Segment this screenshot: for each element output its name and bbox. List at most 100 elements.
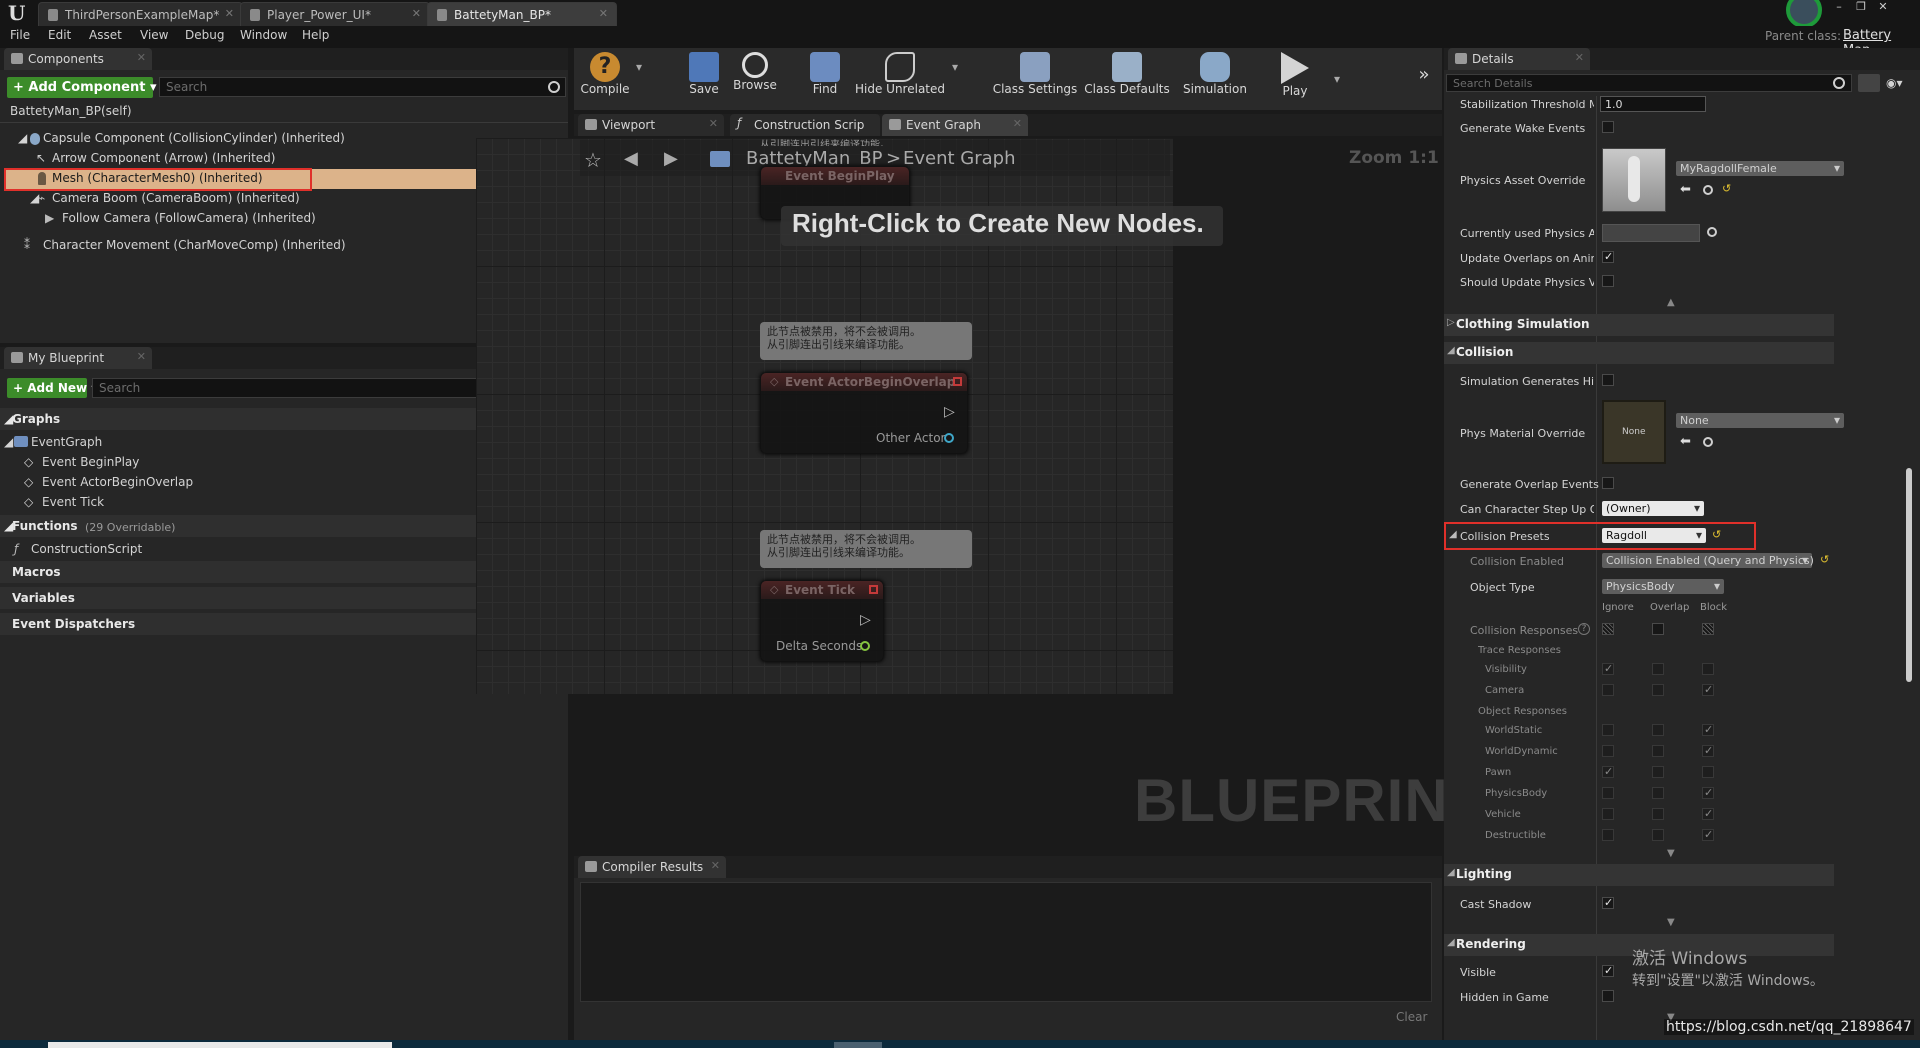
tab-compiler-results[interactable]: Compiler Results ✕ [578,856,726,878]
close-icon[interactable]: ✕ [1575,51,1584,64]
construction-script-item[interactable]: ConstructionScript [31,542,142,556]
menu-help[interactable]: Help [302,28,329,42]
block-all-checkbox[interactable] [1702,623,1714,635]
favorite-star-icon[interactable]: ☆ [584,148,602,172]
exec-out-pin[interactable]: ▷ [944,404,955,420]
use-selected-icon[interactable]: ⬅ [1680,182,1691,197]
expand-more-icon[interactable]: ▼ [1667,917,1675,928]
variables-category[interactable]: Variables [12,591,75,605]
play-options-icon[interactable]: ▾ [1330,72,1344,86]
stabilization-input[interactable]: 1.0 [1600,96,1706,112]
cast-shadow-checkbox[interactable] [1602,896,1614,909]
channel-block-checkbox[interactable] [1702,828,1714,841]
channel-block-checkbox[interactable] [1702,786,1714,799]
channel-overlap-checkbox[interactable] [1652,829,1664,841]
component-arrow[interactable]: Arrow Component (Arrow) (Inherited) [52,151,275,165]
doc-tab-ui[interactable]: Player_Power_UI* ✕ [240,2,430,26]
tab-components[interactable]: Components ✕ [4,48,152,70]
event-tick-item[interactable]: Event Tick [42,495,104,509]
browse-icon[interactable] [1703,185,1713,195]
sim-hit-checkbox[interactable] [1602,374,1614,386]
maximize-icon[interactable]: ❐ [1852,0,1870,14]
channel-ignore-checkbox[interactable] [1602,808,1614,820]
browse-icon[interactable] [1703,437,1713,447]
find-button[interactable]: Find [800,52,850,96]
object-type-dropdown[interactable]: PhysicsBody [1602,579,1724,594]
graphs-category[interactable]: Graphs [12,412,60,426]
component-mesh[interactable]: Mesh (CharacterMesh0) (Inherited) [52,171,263,185]
menu-asset[interactable]: Asset [89,28,122,42]
close-icon[interactable]: ✕ [412,7,421,20]
hide-unrelated-options-icon[interactable]: ▾ [948,60,962,74]
menu-debug[interactable]: Debug [185,28,224,42]
browse-button[interactable]: Browse [730,52,780,92]
overlap-all-checkbox[interactable] [1652,623,1664,635]
add-new-button[interactable]: + Add New ▾ [7,378,97,398]
forward-arrow-icon[interactable]: ▶ [664,148,678,169]
class-settings-button[interactable]: Class Settings [992,52,1078,96]
hide-unrelated-button[interactable]: Hide Unrelated [855,52,945,96]
phys-material-dropdown[interactable]: None [1676,413,1844,428]
dispatchers-category[interactable]: Event Dispatchers [12,617,135,631]
details-search-input[interactable]: Search Details [1446,74,1852,92]
gen-overlap-checkbox[interactable] [1602,477,1614,489]
tab-viewport[interactable]: Viewport ✕ [578,114,724,136]
other-actor-pin[interactable] [944,433,954,443]
close-window-icon[interactable]: ✕ [1874,0,1892,14]
collision-section[interactable]: ◢ Collision [1444,342,1834,364]
channel-ignore-checkbox[interactable] [1602,787,1614,799]
use-selected-icon[interactable]: ⬅ [1680,434,1691,449]
expand-arrow-icon[interactable]: ◢ [1449,529,1457,540]
doc-tab-blueprint[interactable]: BattetyMan_BP* ✕ [427,2,617,26]
step-up-dropdown[interactable]: (Owner) [1602,501,1704,516]
self-component-item[interactable]: BattetyMan_BP(self) [10,104,132,118]
tree-arrow-icon[interactable]: ◢ [4,435,13,449]
close-icon[interactable]: ✕ [599,7,608,20]
channel-overlap-checkbox[interactable] [1652,724,1664,736]
channel-overlap-checkbox[interactable] [1652,766,1664,778]
channel-block-checkbox[interactable] [1702,663,1714,675]
tab-details[interactable]: Details ✕ [1448,48,1590,70]
reset-icon[interactable]: ↺ [1820,553,1829,566]
close-icon[interactable]: ✕ [711,859,720,872]
channel-ignore-checkbox[interactable] [1602,829,1614,841]
close-icon[interactable]: ✕ [137,350,146,363]
should-update-checkbox[interactable] [1602,275,1614,287]
event-graph-item[interactable]: EventGraph [31,435,102,449]
exec-out-pin[interactable]: ▷ [860,612,871,628]
component-capsule[interactable]: Capsule Component (CollisionCylinder) (I… [43,131,345,145]
menu-window[interactable]: Window [240,28,287,42]
component-camera-boom[interactable]: Camera Boom (CameraBoom) (Inherited) [52,191,300,205]
breadcrumb-leaf[interactable]: Event Graph [903,148,1016,169]
channel-ignore-checkbox[interactable] [1602,745,1614,757]
delegate-pin[interactable] [869,585,878,594]
doc-tab-map[interactable]: ThirdPersonExampleMap* ✕ [38,2,243,26]
compile-options-icon[interactable]: ▾ [632,60,646,74]
channel-overlap-checkbox[interactable] [1652,745,1664,757]
channel-block-checkbox[interactable] [1702,766,1714,778]
simulation-button[interactable]: Simulation [1180,52,1250,96]
channel-ignore-checkbox[interactable] [1602,662,1614,675]
play-button[interactable]: Play [1270,52,1320,98]
channel-overlap-checkbox[interactable] [1652,663,1664,675]
expand-more-icon[interactable]: ▼ [1667,848,1675,859]
component-follow-camera[interactable]: Follow Camera (FollowCamera) (Inherited) [62,211,316,225]
close-icon[interactable]: ✕ [225,7,234,20]
components-search-input[interactable]: Search [159,77,566,97]
delegate-pin[interactable] [953,377,962,386]
add-component-button[interactable]: + Add Component ▾ [7,77,156,98]
event-overlap-item[interactable]: Event ActorBeginOverlap [42,475,193,489]
wake-events-checkbox[interactable] [1602,121,1614,133]
collapse-arrow-icon[interactable]: ▲ [1667,297,1675,308]
collision-presets-dropdown[interactable]: Ragdoll [1602,528,1706,543]
tab-construction-script[interactable]: ƒ Construction Scrip [730,114,880,136]
event-beginplay-item[interactable]: Event BeginPlay [42,455,139,469]
blueprint-search-input[interactable]: Search [92,378,526,398]
functions-category[interactable]: Functions [12,519,78,533]
reset-icon[interactable]: ↺ [1712,528,1721,541]
channel-overlap-checkbox[interactable] [1652,787,1664,799]
close-icon[interactable]: ✕ [137,51,146,64]
menu-file[interactable]: File [10,28,30,42]
channel-overlap-checkbox[interactable] [1652,808,1664,820]
channel-block-checkbox[interactable] [1702,807,1714,820]
